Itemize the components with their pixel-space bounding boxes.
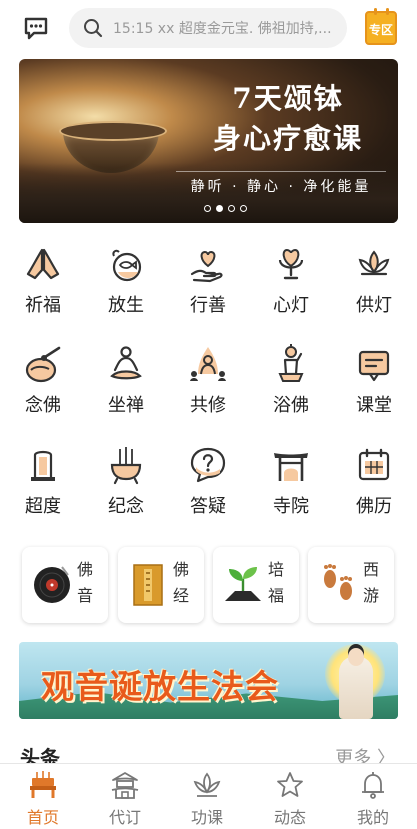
grid-item-bathe-buddha[interactable]: 浴佛 [255,344,327,417]
grid-row: 念佛 坐禅 共修 浴佛 课堂 [0,344,417,440]
tab-booking[interactable]: 代订 [90,770,160,828]
festival-banner[interactable]: 观音诞放生法会 [19,642,398,719]
zone-button-label: 专区 [368,23,393,37]
grid-item-temple[interactable]: 寺院 [255,445,327,518]
grid-label: 寺院 [273,496,309,517]
baby-buddha-icon [278,344,304,382]
tab-label: 功课 [190,808,223,827]
grid-label: 供灯 [356,295,392,316]
card-blessing[interactable]: 培福 [213,547,299,623]
grid-item-charity[interactable]: 行善 [172,244,244,317]
card-label: 佛音 [77,560,94,605]
banner-title-line1: 7天颂钵 [232,82,344,115]
grid-item-cultivate[interactable]: 共修 [172,344,244,417]
grid-item-memorial[interactable]: 纪念 [90,445,162,518]
tab-profile[interactable]: 我的 [338,770,408,828]
heart-in-hand-icon [190,250,223,283]
grid-label: 共修 [190,395,226,416]
category-cards: 佛音 佛经 培福 西游 [22,547,394,623]
zone-button[interactable]: 专区 [365,8,397,45]
grid-label: 纪念 [108,496,144,517]
altar-home-icon [30,771,56,798]
grid-row: 祈福 放生 行善 心灯 供灯 [0,244,417,340]
tab-label: 我的 [356,808,389,827]
grid-label: 佛历 [356,496,392,517]
vinyl-record-icon [34,566,70,603]
grid-label: 念佛 [25,395,61,416]
card-label: 培福 [268,560,285,605]
grid-row: 超度 纪念 答疑 寺院 佛历 [0,445,417,541]
sprout-icon [225,567,261,601]
lotus-icon [358,250,390,276]
buddha-group-icon [190,347,226,381]
tab-lessons[interactable]: 功课 [172,770,242,828]
header: 15:15 xx 超度金元宝. 佛祖加持,... 专区 [0,0,417,56]
promo-banner[interactable]: 7天颂钵 身心疗愈课 静听 · 静心 · 净化能量 [19,59,398,223]
tab-label: 代订 [108,808,141,827]
grid-item-heart-lamp[interactable]: 心灯 [255,244,327,317]
temple-gate-icon [274,453,308,481]
grid-label: 课堂 [356,395,392,416]
grid-label: 超度 [25,496,61,517]
banner-title-line2: 身心疗愈课 [212,122,363,155]
carousel-dots [204,205,247,212]
question-bubble-icon [190,447,226,483]
grid-item-offer-lamp[interactable]: 供灯 [338,244,410,317]
grid-label: 浴佛 [273,395,309,416]
bottom-tabbar: 首页 代订 功课 动态 我的 [0,763,417,829]
search-placeholder: 15:15 xx 超度金元宝. 佛祖加持,... [113,21,332,37]
search-icon [84,19,103,38]
card-label: 西游 [363,560,380,605]
sutra-book-icon [133,564,163,606]
carousel-dot-active[interactable] [216,205,223,212]
fish-bowl-icon [112,249,142,282]
grid-item-calendar[interactable]: 佛历 [338,445,410,518]
grid-label: 答疑 [190,496,226,517]
calendar-icon [358,448,390,481]
bell-icon [362,772,384,799]
grid-item-qa[interactable]: 答疑 [172,445,244,518]
wooden-fish-icon [25,346,61,383]
card-buddhist-music[interactable]: 佛音 [22,547,108,623]
festival-title: 观音诞放生法会 [41,667,279,706]
card-sutra[interactable]: 佛经 [118,547,204,623]
tab-home[interactable]: 首页 [8,770,78,828]
carousel-dot[interactable] [204,205,211,212]
grid-item-meditate[interactable]: 坐禅 [90,344,162,417]
temple-icon [111,772,139,799]
tab-label: 动态 [273,808,306,827]
incense-burner-icon [110,447,142,485]
grid-label: 祈福 [25,295,61,316]
banner-subtitle: 静听 · 静心 · 净化能量 [176,171,386,196]
carousel-dot[interactable] [228,205,235,212]
guanyin-figure [339,648,373,719]
grid-label: 行善 [190,295,226,316]
classroom-board-icon [358,350,390,382]
grid-item-pray[interactable]: 祈福 [7,244,79,317]
heart-lamp-icon [278,248,304,280]
card-journey-west[interactable]: 西游 [308,547,394,623]
grid-item-release[interactable]: 放生 [90,244,162,317]
grid-label: 坐禅 [108,395,144,416]
search-input[interactable]: 15:15 xx 超度金元宝. 佛祖加持,... [69,8,347,48]
star-icon [277,772,303,797]
meditation-icon [110,346,142,380]
carousel-dot[interactable] [240,205,247,212]
grid-item-chant[interactable]: 念佛 [7,344,79,417]
footprints-icon [324,564,352,600]
tab-label: 首页 [26,808,59,827]
memorial-tablet-icon [31,450,55,481]
chat-bubble-icon[interactable] [22,14,50,42]
grid-item-deliverance[interactable]: 超度 [7,445,79,518]
praying-hands-icon [26,248,60,280]
card-label: 佛经 [173,560,190,605]
grid-label: 放生 [108,295,144,316]
lotus-outline-icon [193,772,221,797]
grid-item-classroom[interactable]: 课堂 [338,344,410,417]
tab-feed[interactable]: 动态 [255,770,325,828]
grid-label: 心灯 [273,295,309,316]
